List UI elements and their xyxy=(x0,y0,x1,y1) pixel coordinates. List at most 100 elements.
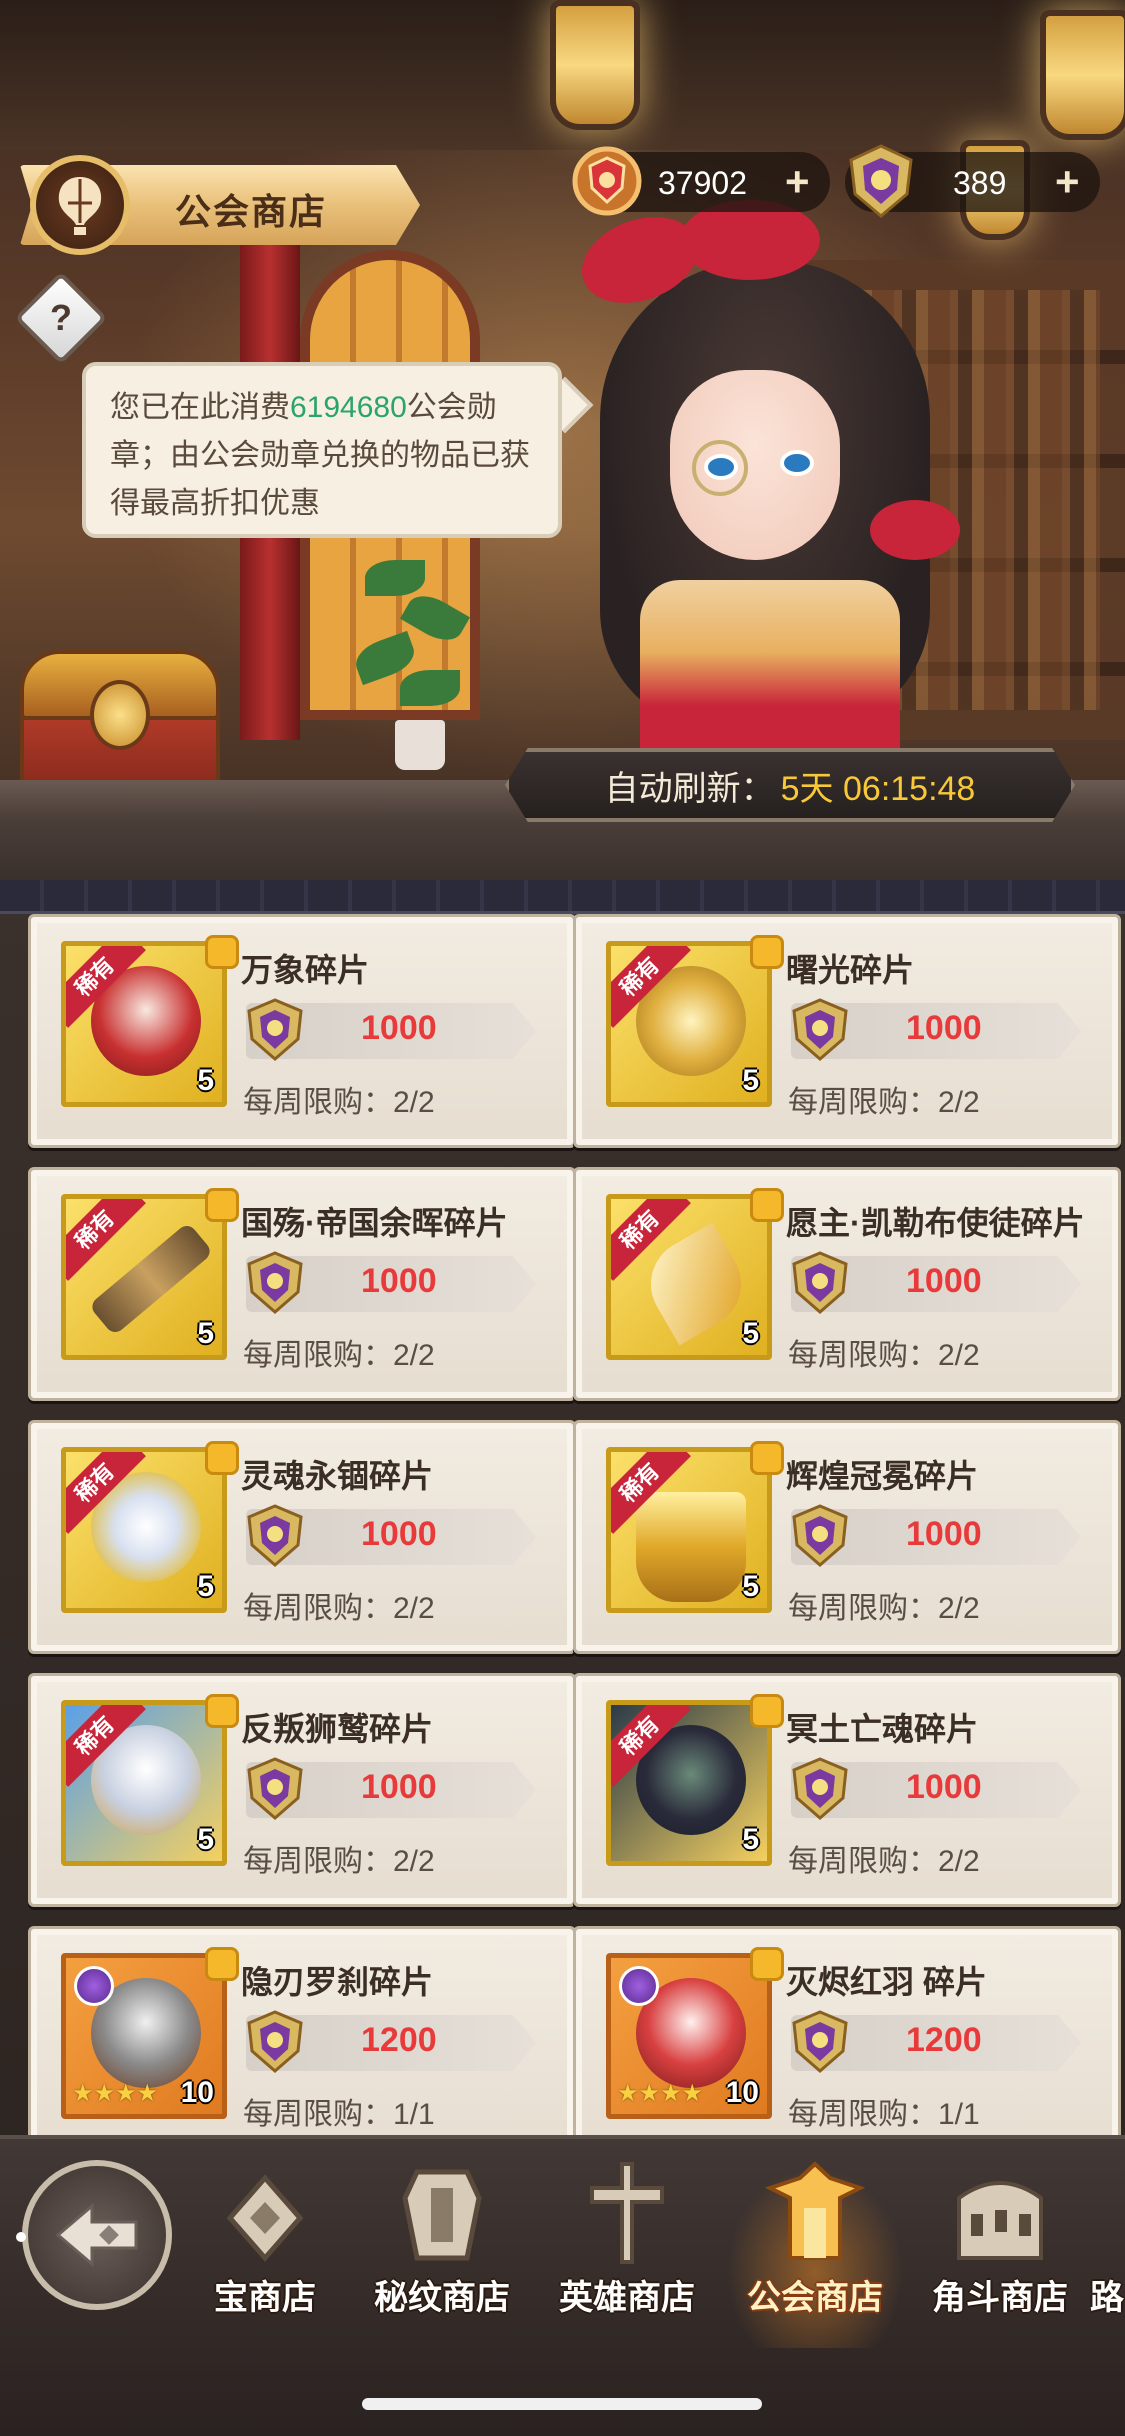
hero-shop-icon xyxy=(590,2162,664,2264)
item-price: 1000 xyxy=(361,1262,437,1300)
guild-badge-icon xyxy=(572,146,642,216)
shop-item-card[interactable]: 稀有 5 愿主·凯勒布使徒碎片 1000 每周限购：2/2 xyxy=(573,1167,1121,1401)
guild-medal-icon xyxy=(247,1757,303,1820)
question-icon: ? xyxy=(50,297,72,338)
item-price: 1000 xyxy=(361,1009,437,1047)
shop-item-card[interactable]: 稀有 5 国殇·帝国余晖碎片 1000 每周限购：2/2 xyxy=(28,1167,576,1401)
shop-title-banner: 公会商店 xyxy=(0,155,420,255)
weekly-limit: 每周限购：2/2 xyxy=(788,1592,980,1625)
add-currency-button[interactable]: + xyxy=(785,158,810,206)
shop-item-card[interactable]: ★★★★ 10 隐刃罗刹碎片 1200 每周限购：1/1 xyxy=(28,1926,576,2160)
tab-guild-shop[interactable]: 公会商店 xyxy=(720,2158,910,2348)
tab-label: 宝商店 xyxy=(214,2279,316,2317)
hot-air-balloon-icon xyxy=(30,155,130,255)
tab-label: 路 xyxy=(1090,2279,1124,2317)
guild-medal-icon xyxy=(792,2010,848,2073)
puzzle-piece-icon xyxy=(205,1441,239,1475)
item-icon: ★★★★ 10 xyxy=(606,1953,772,2119)
item-icon: 稀有 5 xyxy=(606,1700,772,1866)
puzzle-piece-icon xyxy=(750,1188,784,1222)
guild-medal-icon xyxy=(792,1757,848,1820)
item-quantity: 10 xyxy=(725,2076,759,2109)
puzzle-piece-icon xyxy=(205,1188,239,1222)
shop-item-card[interactable]: 稀有 5 辉煌冠冕碎片 1000 每周限购：2/2 xyxy=(573,1420,1121,1654)
tab-rune-shop[interactable]: 秘纹商店 xyxy=(347,2158,537,2348)
item-quantity: 5 xyxy=(742,1823,759,1856)
item-name: 冥土亡魂碎片 xyxy=(786,1711,979,1747)
class-badge-icon xyxy=(619,1966,659,2006)
puzzle-piece-icon xyxy=(750,1947,784,1981)
item-price: 1000 xyxy=(906,1768,982,1806)
shopkeeper-character xyxy=(560,200,980,760)
item-icon: 稀有 5 xyxy=(61,1447,227,1613)
puzzle-piece-icon xyxy=(205,1694,239,1728)
star-rating: ★★★★ xyxy=(72,2080,159,2107)
item-quantity: 5 xyxy=(742,1064,759,1097)
tab-treasure-shop[interactable]: 宝商店 xyxy=(180,2158,350,2348)
item-icon: 稀有 5 xyxy=(606,941,772,1107)
item-icon: ★★★★ 10 xyxy=(61,1953,227,2119)
guild-medal-icon xyxy=(792,1504,848,1567)
item-quantity: 5 xyxy=(197,1570,214,1603)
star-rating: ★★★★ xyxy=(617,2080,704,2107)
back-arrow-icon xyxy=(55,2202,138,2268)
weekly-limit: 每周限购：2/2 xyxy=(243,1592,435,1625)
guild-medal-icon xyxy=(247,1504,303,1567)
weekly-limit: 每周限购：2/2 xyxy=(788,1339,980,1372)
currency-guild-medal: 389 + xyxy=(845,144,1100,218)
item-price: 1000 xyxy=(906,1009,982,1047)
item-price: 1000 xyxy=(361,1515,437,1553)
puzzle-piece-icon xyxy=(750,1694,784,1728)
tab-label: 公会商店 xyxy=(747,2279,883,2317)
item-name: 反叛狮鹫碎片 xyxy=(241,1711,434,1747)
guild-medal-icon xyxy=(849,144,913,218)
refresh-time: 5天 06:15:48 xyxy=(780,769,976,808)
item-name: 灵魂永锢碎片 xyxy=(241,1458,434,1494)
guild-medal-icon xyxy=(792,1251,848,1314)
add-currency-button[interactable]: + xyxy=(1055,158,1080,206)
item-price: 1000 xyxy=(906,1515,982,1553)
shop-item-card[interactable]: 稀有 5 反叛狮鹫碎片 1000 每周限购：2/2 xyxy=(28,1673,576,1907)
item-price: 1000 xyxy=(906,1262,982,1300)
weekly-limit: 每周限购：2/2 xyxy=(243,1086,435,1119)
shop-item-card[interactable]: 稀有 5 灵魂永锢碎片 1000 每周限购：2/2 xyxy=(28,1420,576,1654)
guild-medal-icon xyxy=(247,2010,303,2073)
lantern-icon xyxy=(1040,10,1125,140)
item-price: 1200 xyxy=(361,2021,437,2059)
puzzle-piece-icon xyxy=(205,1947,239,1981)
item-quantity: 5 xyxy=(197,1823,214,1856)
shop-item-card[interactable]: 稀有 5 曙光碎片 1000 每周限购：2/2 xyxy=(573,914,1121,1148)
treasure-shop-icon xyxy=(226,2174,304,2262)
puzzle-piece-icon xyxy=(205,935,239,969)
tab-label: 秘纹商店 xyxy=(374,2279,510,2317)
item-quantity: 5 xyxy=(742,1570,759,1603)
puzzle-piece-icon xyxy=(750,935,784,969)
auto-refresh-timer: 自动刷新： 5天 06:15:48 xyxy=(505,748,1075,822)
tab-label: 角斗商店 xyxy=(932,2279,1068,2317)
guild-shop-icon xyxy=(764,2161,866,2260)
item-price: 1200 xyxy=(906,2021,982,2059)
colosseum-icon xyxy=(957,2181,1043,2260)
item-name: 万象碎片 xyxy=(241,952,370,988)
item-name: 曙光碎片 xyxy=(786,952,915,988)
item-quantity: 10 xyxy=(180,2076,214,2109)
item-price: 1000 xyxy=(361,1768,437,1806)
guild-medal-icon xyxy=(247,1251,303,1314)
refresh-label: 自动刷新： xyxy=(604,769,775,808)
shop-item-card[interactable]: ★★★★ 10 灭烬红羽 碎片 1200 每周限购：1/1 xyxy=(573,1926,1121,2160)
shop-item-card[interactable]: 稀有 5 冥土亡魂碎片 1000 每周限购：2/2 xyxy=(573,1673,1121,1907)
back-button[interactable] xyxy=(16,2160,172,2310)
tab-next-shop[interactable]: 路 xyxy=(1090,2158,1125,2348)
item-name: 灭烬红羽 碎片 xyxy=(786,1964,987,2000)
item-quantity: 5 xyxy=(197,1064,214,1097)
tab-hero-shop[interactable]: 英雄商店 xyxy=(532,2158,722,2348)
item-quantity: 5 xyxy=(197,1317,214,1350)
tab-arena-shop[interactable]: 角斗商店 xyxy=(905,2158,1095,2348)
home-indicator[interactable] xyxy=(362,2398,762,2410)
shop-item-card[interactable]: 稀有 5 万象碎片 1000 每周限购：2/2 xyxy=(28,914,576,1148)
item-name: 愿主·凯勒布使徒碎片 xyxy=(786,1205,1085,1241)
item-icon: 稀有 5 xyxy=(61,1194,227,1360)
puzzle-piece-icon xyxy=(750,1441,784,1475)
item-name: 隐刃罗刹碎片 xyxy=(241,1964,434,2000)
shopkeeper-speech-bubble: 您已在此消费6194680公会勋章；由公会勋章兑换的物品已获得最高折扣优惠 xyxy=(82,362,562,538)
